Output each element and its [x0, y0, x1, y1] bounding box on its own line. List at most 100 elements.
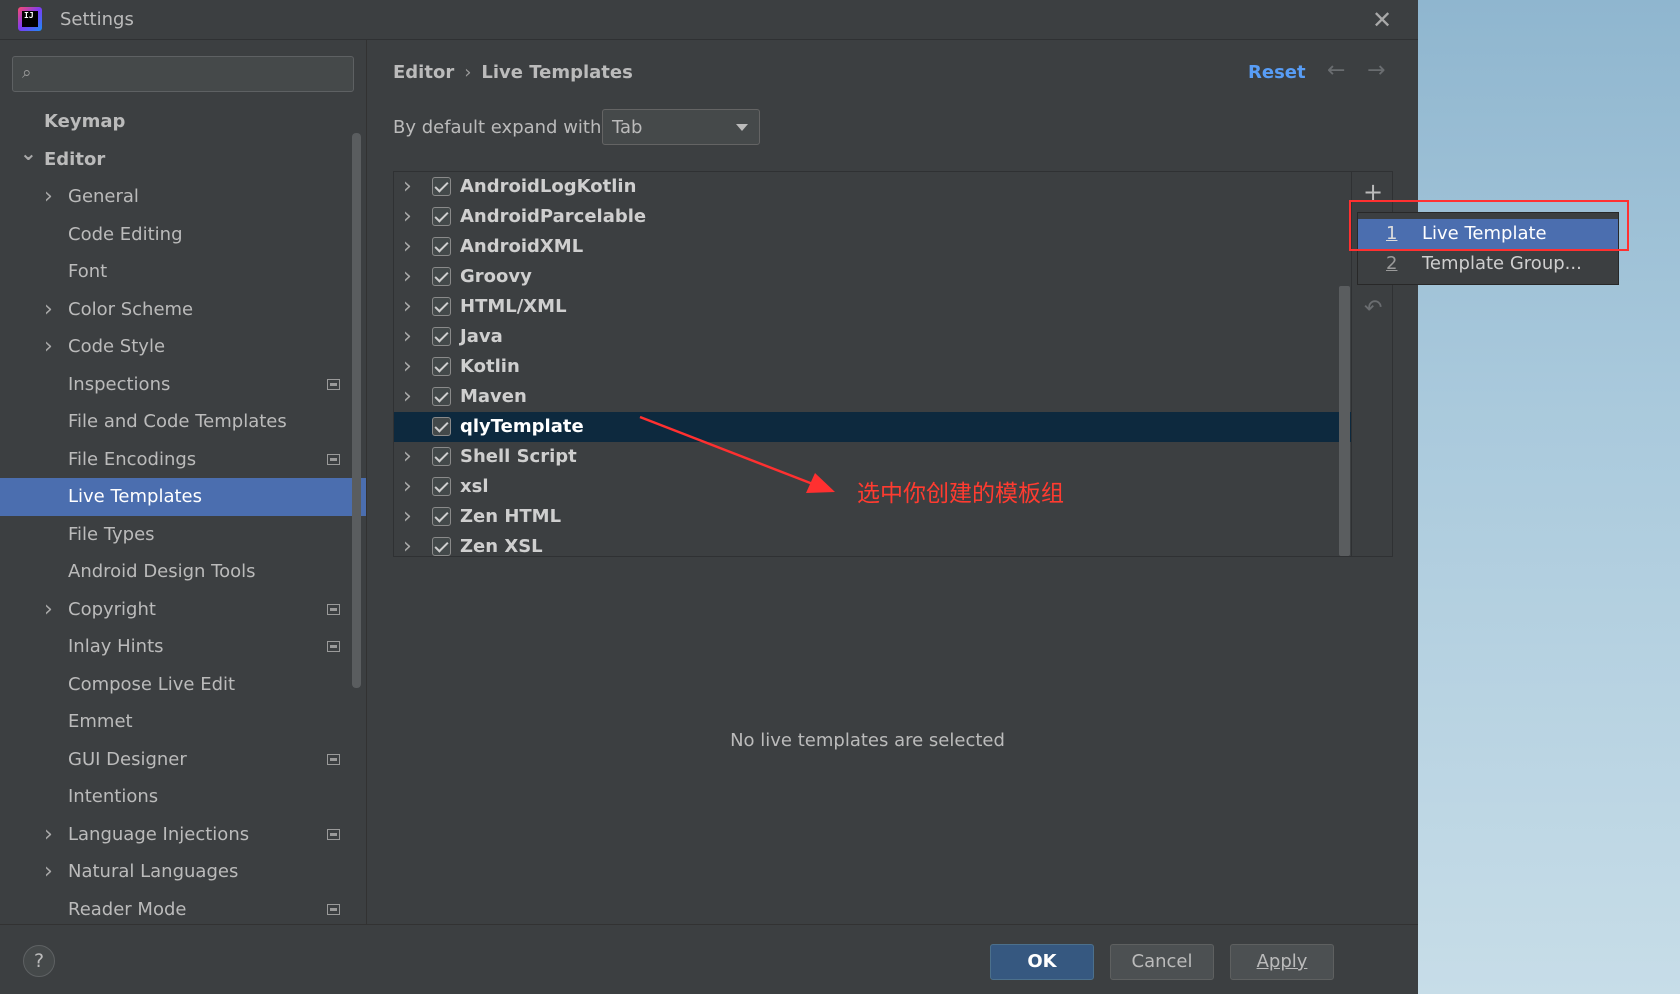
- template-group-row[interactable]: qlyTemplate: [394, 412, 1351, 442]
- expand-with-select[interactable]: Tab: [602, 109, 760, 145]
- template-group-row[interactable]: › Groovy: [394, 262, 1351, 292]
- template-group-row[interactable]: › Zen XSL: [394, 532, 1351, 556]
- chevron-right-icon[interactable]: ›: [44, 853, 53, 891]
- template-group-row[interactable]: › HTML/XML: [394, 292, 1351, 322]
- cancel-button[interactable]: Cancel: [1110, 944, 1214, 980]
- template-group-checkbox[interactable]: [432, 297, 451, 316]
- template-group-checkbox[interactable]: [432, 267, 451, 286]
- template-group-label: Kotlin: [460, 356, 520, 377]
- chevron-right-icon[interactable]: ›: [44, 291, 53, 329]
- sidebar-item-intentions[interactable]: Intentions: [0, 778, 366, 816]
- window-title: Settings: [60, 9, 134, 30]
- chevron-right-icon[interactable]: ›: [44, 816, 53, 854]
- chevron-right-icon[interactable]: ›: [403, 352, 412, 382]
- ok-button[interactable]: OK: [990, 944, 1094, 980]
- template-group-label: AndroidXML: [460, 236, 584, 257]
- search-input[interactable]: [49, 61, 339, 87]
- template-group-row[interactable]: › Shell Script: [394, 442, 1351, 472]
- template-group-checkbox[interactable]: [432, 447, 451, 466]
- chevron-right-icon[interactable]: ›: [403, 322, 412, 352]
- sidebar-item-file-encodings[interactable]: File Encodings: [0, 441, 366, 479]
- sidebar-item-inlay-hints[interactable]: Inlay Hints: [0, 628, 366, 666]
- template-group-checkbox[interactable]: [432, 537, 451, 556]
- sidebar-item-font[interactable]: Font: [0, 253, 366, 291]
- template-group-checkbox[interactable]: [432, 507, 451, 526]
- forward-arrow-icon[interactable]: →: [1367, 58, 1385, 83]
- template-group-checkbox[interactable]: [432, 417, 451, 436]
- chevron-right-icon[interactable]: ›: [403, 172, 412, 202]
- sidebar-item-code-editing[interactable]: Code Editing: [0, 216, 366, 254]
- back-arrow-icon[interactable]: ←: [1327, 58, 1345, 83]
- chevron-right-icon[interactable]: ›: [403, 382, 412, 412]
- sidebar-item-label: Color Scheme: [68, 298, 194, 320]
- reset-link[interactable]: Reset: [1248, 62, 1306, 83]
- chevron-right-icon[interactable]: ›: [403, 232, 412, 262]
- settings-window: IJ Settings ✕ ⌕ Keymap ⌄ Editor › General Cod…: [0, 0, 1418, 994]
- template-group-row[interactable]: › Maven: [394, 382, 1351, 412]
- template-group-row[interactable]: › Kotlin: [394, 352, 1351, 382]
- sidebar-item-keymap[interactable]: Keymap: [0, 103, 366, 141]
- chevron-right-icon[interactable]: ›: [44, 328, 53, 366]
- template-group-checkbox[interactable]: [432, 357, 451, 376]
- sidebar-item-file-and-code-templates[interactable]: File and Code Templates: [0, 403, 366, 441]
- help-icon[interactable]: ?: [23, 945, 55, 977]
- sidebar-item-language-injections[interactable]: › Language Injections: [0, 816, 366, 854]
- template-list-scrollbar[interactable]: [1339, 286, 1350, 556]
- sidebar-item-inspections[interactable]: Inspections: [0, 366, 366, 404]
- sidebar-item-label: Editor: [44, 148, 106, 170]
- sidebar-item-natural-languages[interactable]: › Natural Languages: [0, 853, 366, 891]
- menu-item-template-group[interactable]: 2 Template Group...: [1358, 249, 1618, 279]
- settings-search-field[interactable]: ⌕: [12, 56, 354, 92]
- sidebar-item-color-scheme[interactable]: › Color Scheme: [0, 291, 366, 329]
- template-group-row[interactable]: › AndroidLogKotlin: [394, 172, 1351, 202]
- chevron-right-icon[interactable]: ›: [403, 442, 412, 472]
- sidebar-item-gui-designer[interactable]: GUI Designer: [0, 741, 366, 779]
- template-group-checkbox[interactable]: [432, 177, 451, 196]
- sidebar-item-code-style[interactable]: › Code Style: [0, 328, 366, 366]
- expand-with-label: By default expand with: [393, 117, 602, 138]
- sidebar-item-label: Inspections: [68, 373, 171, 395]
- sidebar-item-label: Inlay Hints: [68, 636, 164, 657]
- template-group-row[interactable]: › AndroidParcelable: [394, 202, 1351, 232]
- sidebar-item-label: Live Templates: [68, 486, 202, 507]
- template-group-row[interactable]: › Java: [394, 322, 1351, 352]
- breadcrumb-editor[interactable]: Editor: [393, 62, 454, 83]
- apply-button[interactable]: Apply: [1230, 944, 1334, 980]
- sidebar-item-android-design-tools[interactable]: Android Design Tools: [0, 553, 366, 591]
- sidebar-item-general[interactable]: › General: [0, 178, 366, 216]
- sidebar-scrollbar[interactable]: [352, 133, 361, 688]
- template-group-label: Groovy: [460, 266, 532, 287]
- chevron-down-icon[interactable]: ⌄: [20, 135, 37, 173]
- sidebar-item-label: Keymap: [44, 111, 126, 132]
- sidebar-item-label: Natural Languages: [68, 861, 239, 882]
- chevron-right-icon[interactable]: ›: [403, 262, 412, 292]
- breadcrumb: Editor › Live Templates: [393, 62, 633, 83]
- sidebar-item-file-types[interactable]: File Types: [0, 516, 366, 554]
- sidebar-item-emmet[interactable]: Emmet: [0, 703, 366, 741]
- sidebar-item-label: Font: [68, 261, 108, 282]
- template-group-checkbox[interactable]: [432, 327, 451, 346]
- template-group-checkbox[interactable]: [432, 207, 451, 226]
- project-scope-icon: [327, 603, 340, 615]
- template-group-checkbox[interactable]: [432, 387, 451, 406]
- sidebar-item-compose-live-edit[interactable]: Compose Live Edit: [0, 666, 366, 704]
- chevron-right-icon[interactable]: ›: [403, 202, 412, 232]
- chevron-right-icon[interactable]: ›: [403, 292, 412, 322]
- template-group-checkbox[interactable]: [432, 477, 451, 496]
- template-group-checkbox[interactable]: [432, 237, 451, 256]
- close-icon[interactable]: ✕: [1372, 6, 1392, 34]
- chevron-right-icon[interactable]: ›: [44, 178, 53, 216]
- sidebar-item-copyright[interactable]: › Copyright: [0, 591, 366, 629]
- chevron-right-icon[interactable]: ›: [403, 502, 412, 532]
- chevron-right-icon[interactable]: ›: [403, 472, 412, 502]
- sidebar-item-reader-mode[interactable]: Reader Mode: [0, 891, 366, 929]
- template-group-label: HTML/XML: [460, 296, 567, 317]
- template-group-row[interactable]: › AndroidXML: [394, 232, 1351, 262]
- sidebar-item-label: General: [68, 186, 139, 207]
- chevron-right-icon[interactable]: ›: [44, 591, 53, 629]
- chevron-down-icon: [736, 124, 748, 131]
- sidebar-item-live-templates[interactable]: Live Templates: [0, 478, 366, 516]
- sidebar-item-editor[interactable]: ⌄ Editor: [0, 141, 366, 179]
- chevron-right-icon[interactable]: ›: [403, 532, 412, 556]
- restore-default-icon[interactable]: ↶: [1364, 296, 1382, 321]
